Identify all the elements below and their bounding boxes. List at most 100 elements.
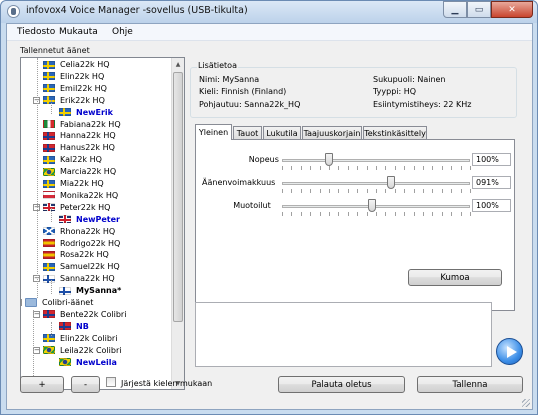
flag-se-icon xyxy=(43,179,55,188)
add-voice-button[interactable]: + xyxy=(20,376,64,393)
slider-tick xyxy=(310,212,312,216)
undo-label: Kumoa xyxy=(440,272,470,283)
play-icon[interactable] xyxy=(496,338,523,365)
flag-sc-icon xyxy=(43,227,55,236)
minimize-icon: ▁ xyxy=(451,4,459,15)
tree-voice-item[interactable]: Rodrigo22k HQ xyxy=(43,238,120,249)
close-button[interactable]: ✕ xyxy=(491,1,533,18)
tab-yleinen[interactable]: Yleinen xyxy=(195,124,232,140)
tab-tauot[interactable]: Tauot xyxy=(233,126,262,139)
tab-tekstinkasittely[interactable]: Tekstinkäsittely xyxy=(363,126,427,139)
tree-voice-item[interactable]: Emil22k HQ xyxy=(43,83,107,94)
tree-voice-item[interactable]: Rhona22k HQ xyxy=(43,226,115,237)
tab-taajuuskorjain[interactable]: Taajuuskorjain xyxy=(302,126,362,139)
tree-guide-line xyxy=(37,58,38,298)
restore-defaults-button[interactable]: Palauta oletus xyxy=(278,376,405,393)
folder-icon xyxy=(25,298,37,307)
collapse-icon[interactable]: − xyxy=(33,346,40,354)
tree-item-label: NewLeila xyxy=(76,357,117,367)
save-button[interactable]: Tallenna xyxy=(417,376,523,393)
slider-tick xyxy=(413,166,415,170)
slider-thumb[interactable] xyxy=(325,153,333,166)
tree-subvoice-item[interactable]: NewLeila xyxy=(59,357,117,368)
menu-tiedosto[interactable]: Tiedosto xyxy=(17,27,55,37)
resize-grip[interactable] xyxy=(522,399,530,407)
tree-voice-item[interactable]: Kal22k HQ xyxy=(43,154,102,165)
client-area: Tiedosto Mukauta Ohje Tallennetut äänet … xyxy=(6,23,533,410)
slider-value-field[interactable]: 100% xyxy=(472,199,511,212)
sort-by-language-checkbox[interactable] xyxy=(106,377,116,387)
slider-tick xyxy=(413,212,415,216)
tree-voice-item[interactable]: Hanus22k HQ xyxy=(43,142,115,153)
slider-tick xyxy=(451,212,453,216)
flag-fi-icon xyxy=(59,286,71,295)
tree-voice-item[interactable]: Marcia22k HQ xyxy=(43,166,116,177)
flag-br-icon xyxy=(43,346,55,355)
undo-button[interactable]: Kumoa xyxy=(408,269,502,286)
tree-voice-item[interactable]: Erik22k HQ xyxy=(43,95,105,106)
slider-track[interactable] xyxy=(282,182,470,185)
tree-voice-item[interactable]: Fabiana22k HQ xyxy=(43,119,121,130)
slider-tick xyxy=(291,166,293,170)
tree-item-label: Peter22k HQ xyxy=(60,202,111,212)
title-bar[interactable]: infovox4 Voice Manager -sovellus (USB-ti… xyxy=(1,1,537,23)
close-icon: ✕ xyxy=(508,4,516,15)
menu-ohje[interactable]: Ohje xyxy=(112,27,133,37)
tree-item-label: Hanna22k HQ xyxy=(60,131,116,141)
tree-item-label: Bente22k Colibri xyxy=(60,309,127,319)
tree-voice-item[interactable]: Celia22k HQ xyxy=(43,59,110,70)
maximize-button[interactable]: ▭ xyxy=(467,1,491,18)
slider-track[interactable] xyxy=(282,159,470,162)
tree-subvoice-item[interactable]: NB xyxy=(59,321,89,332)
tree-scrollbar[interactable]: ▲ ▼ xyxy=(171,58,184,389)
tree-subvoice-item[interactable]: NewErik xyxy=(59,107,113,118)
tree-item-label: Kal22k HQ xyxy=(60,155,102,165)
tree-voice-item[interactable]: Rosa22k HQ xyxy=(43,249,109,260)
tree-subvoice-item[interactable]: MySanna* xyxy=(59,285,121,296)
flag-br-icon xyxy=(59,358,71,366)
tree-voice-item[interactable]: Samuel22k HQ xyxy=(43,261,120,272)
menu-mukauta[interactable]: Mukauta xyxy=(59,27,98,37)
flag-no-icon xyxy=(43,131,55,140)
scroll-thumb[interactable] xyxy=(173,72,183,322)
test-text-area[interactable] xyxy=(195,302,492,367)
tree-voice-item[interactable]: Mia22k HQ xyxy=(43,178,104,189)
slider-value-field[interactable]: 091% xyxy=(472,176,511,189)
voice-tree[interactable]: ▲ ▼ Celia22k HQ Elin22k HQ Emil22k HQ − Erik… xyxy=(20,57,185,390)
scroll-up-icon[interactable]: ▲ xyxy=(172,58,184,70)
tree-voice-item[interactable]: Elin22k HQ xyxy=(43,71,104,82)
tab-lukutila-label: Lukutila xyxy=(266,128,298,138)
flag-es-icon xyxy=(43,239,55,247)
remove-voice-button[interactable]: - xyxy=(71,376,100,393)
tree-subvoice-item[interactable]: NewPeter xyxy=(59,214,120,225)
slider-tick xyxy=(404,166,406,170)
slider-tick xyxy=(291,212,293,216)
slider-tick xyxy=(347,166,349,170)
slider-tick xyxy=(366,189,368,193)
slider-value-field[interactable]: 100% xyxy=(472,153,511,166)
slider-thumb[interactable] xyxy=(368,199,377,212)
tree-voice-item[interactable]: Elin22k Colibri xyxy=(43,333,117,344)
tree-voice-item[interactable]: Leila22k Colibri xyxy=(43,345,121,356)
tree-voice-item[interactable]: Sanna22k HQ xyxy=(43,273,115,284)
slider-tick xyxy=(413,189,415,193)
tab-lukutila[interactable]: Lukutila xyxy=(263,126,301,139)
tree-voice-item[interactable]: Peter22k HQ xyxy=(43,202,110,213)
slider-tick xyxy=(432,166,434,170)
slider-tick xyxy=(404,189,406,193)
tree-folder-item[interactable]: Colibri-äänet xyxy=(25,297,93,308)
slider-tick xyxy=(470,189,471,193)
flag-es-icon xyxy=(43,250,55,259)
collapse-icon[interactable]: − xyxy=(21,299,22,306)
tree-voice-item[interactable]: Monika22k HQ xyxy=(43,190,118,201)
collapse-icon[interactable]: − xyxy=(33,310,40,318)
slider-thumb[interactable] xyxy=(387,176,396,189)
tree-voice-item[interactable]: Bente22k Colibri xyxy=(43,309,126,320)
save-label: Tallenna xyxy=(452,379,488,390)
minimize-button[interactable]: ▁ xyxy=(443,1,467,18)
tree-item-label: Rosa22k HQ xyxy=(60,250,109,260)
tree-voice-item[interactable]: Hanna22k HQ xyxy=(43,130,116,141)
voice-gender: Sukupuoli: Nainen xyxy=(373,75,446,84)
slider-tick xyxy=(460,166,462,170)
voice-name: Nimi: MySanna xyxy=(199,75,260,84)
